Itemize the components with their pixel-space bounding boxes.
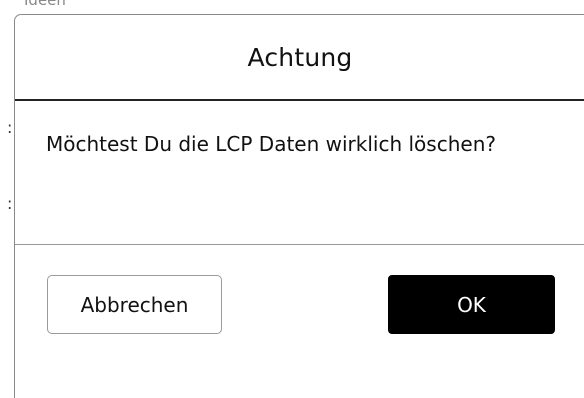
background-edge-mark: : — [7, 194, 13, 213]
dialog-title: Achtung — [247, 42, 353, 72]
dialog-footer: Abbrechen OK — [15, 245, 584, 398]
dialog-header: Achtung — [15, 15, 584, 101]
screen: Ideen : : Achtung Möchtest Du die LCP Da… — [0, 0, 584, 398]
background-edge-mark: : — [7, 118, 13, 137]
ok-button[interactable]: OK — [388, 275, 555, 334]
dialog-body: Möchtest Du die LCP Daten wirklich lösch… — [15, 101, 584, 245]
dialog-message: Möchtest Du die LCP Daten wirklich lösch… — [46, 132, 496, 156]
background-text-fragment: Ideen — [24, 0, 66, 9]
cancel-button[interactable]: Abbrechen — [47, 275, 222, 334]
confirm-dialog: Achtung Möchtest Du die LCP Daten wirkli… — [14, 14, 584, 398]
